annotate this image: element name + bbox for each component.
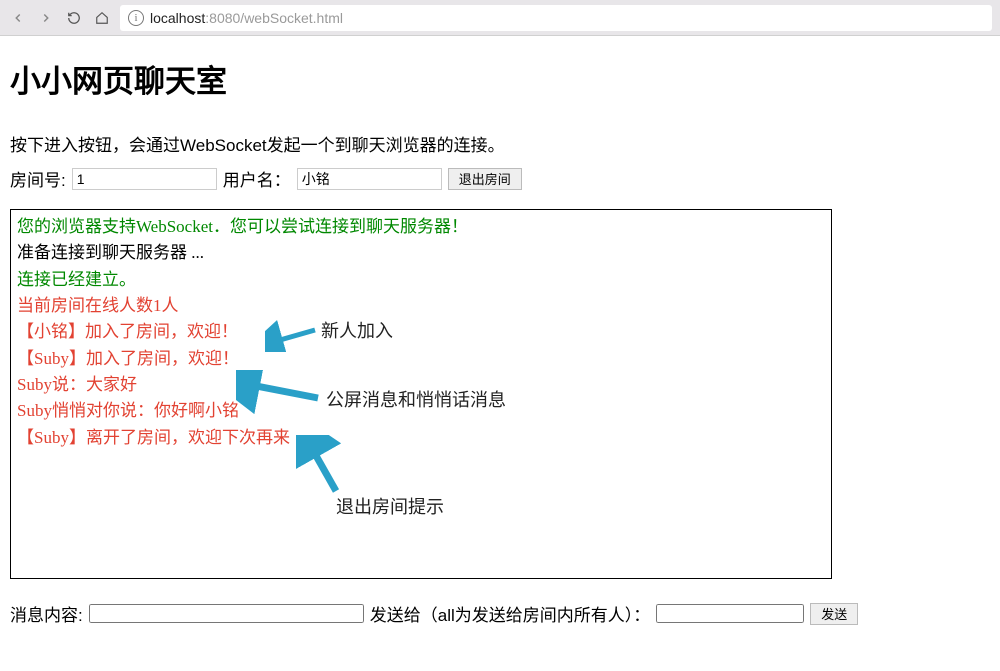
annotation-new-join: 新人加入: [321, 318, 393, 346]
browser-toolbar: i localhost:8080/webSocket.html: [0, 0, 1000, 36]
msg-leave: 【Suby】离开了房间，欢迎下次再来: [17, 425, 825, 451]
annotation-public-private: 公屏消息和悄悄话消息: [326, 387, 506, 415]
page-description: 按下进入按钮，会通过WebSocket发起一个到聊天浏览器的连接。: [10, 131, 990, 156]
forward-button[interactable]: [36, 8, 56, 28]
url-host: localhost: [150, 10, 205, 26]
username-input[interactable]: [297, 168, 442, 190]
send-to-label: 发送给（all为发送给房间内所有人）：: [370, 601, 651, 626]
reload-button[interactable]: [64, 8, 84, 28]
page-content: 小小网页聊天室 按下进入按钮，会通过WebSocket发起一个到聊天浏览器的连接…: [0, 36, 1000, 634]
message-send-form: 消息内容: 发送给（all为发送给房间内所有人）： 发送: [10, 601, 990, 626]
room-input[interactable]: [72, 168, 217, 190]
msg-support: 您的浏览器支持WebSocket．您可以尝试连接到聊天服务器！: [17, 214, 825, 240]
chat-log-box: 您的浏览器支持WebSocket．您可以尝试连接到聊天服务器！ 准备连接到聊天服…: [10, 209, 832, 579]
home-button[interactable]: [92, 8, 112, 28]
back-button[interactable]: [8, 8, 28, 28]
msg-join-2: 【Suby】加入了房间，欢迎！: [17, 346, 825, 372]
message-label: 消息内容:: [10, 601, 83, 626]
url-path: :8080/webSocket.html: [205, 10, 343, 26]
msg-join-1: 【小铭】加入了房间，欢迎！: [17, 319, 825, 345]
msg-online-count: 当前房间在线人数1人: [17, 293, 825, 319]
address-bar[interactable]: i localhost:8080/webSocket.html: [120, 5, 992, 31]
send-target-input[interactable]: [656, 604, 804, 623]
annotation-exit-notice: 退出房间提示: [336, 494, 444, 522]
room-user-form: 房间号: 用户名： 退出房间: [10, 166, 990, 191]
room-label: 房间号:: [10, 166, 66, 191]
msg-preparing: 准备连接到聊天服务器 ...: [17, 240, 825, 266]
message-input[interactable]: [89, 604, 364, 623]
send-button[interactable]: 发送: [810, 603, 858, 625]
user-label: 用户名：: [223, 166, 291, 191]
exit-room-button[interactable]: 退出房间: [448, 168, 522, 190]
page-title: 小小网页聊天室: [10, 56, 990, 101]
msg-established: 连接已经建立。: [17, 267, 825, 293]
info-icon: i: [128, 10, 144, 26]
